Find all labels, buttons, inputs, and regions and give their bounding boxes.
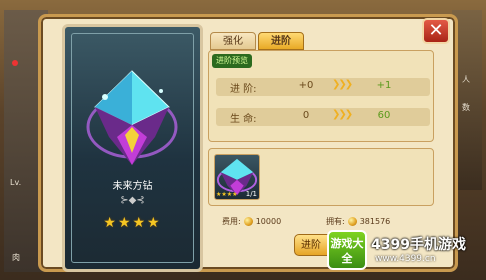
owned-display: 拥有: 381576 — [326, 216, 390, 227]
watermark: 游戏大全 4399手机游戏 www.4399.cn — [327, 230, 477, 270]
hud-label: 肉 — [12, 253, 20, 262]
right-hud-label: 人 — [462, 75, 470, 84]
cost-label: 费用: — [222, 217, 241, 226]
cost-value: 10000 — [255, 217, 282, 226]
stat-label: 生 命: — [230, 114, 257, 125]
arrow-icon: ❯❯❯ — [332, 109, 353, 120]
tab-enhance[interactable]: 强化 — [210, 32, 256, 50]
tab-advance[interactable]: 进阶 — [258, 32, 304, 50]
crystal-icon — [86, 70, 178, 165]
coin-icon — [347, 217, 357, 226]
close-icon: ✕ — [428, 20, 444, 41]
cost-display: 费用: 10000 — [222, 216, 281, 227]
stat-next: 60 — [377, 110, 391, 121]
stat-label: 进 阶: — [230, 84, 257, 95]
card-stars: ★★★★ — [103, 215, 162, 231]
stat-row-advance: 进 阶: +0 ❯❯❯ +1 — [216, 78, 430, 96]
stat-current: 0 — [302, 110, 310, 121]
stat-row-hp: 生 命: 0 ❯❯❯ 60 — [216, 108, 430, 126]
watermark-logo: 游戏大全 — [327, 230, 367, 270]
level-label: Lv. — [10, 178, 22, 187]
stat-current: +0 — [298, 80, 314, 91]
right-hud-label-2: 数 — [462, 103, 470, 112]
card-ornament: ⊱◆⊰ — [120, 195, 145, 206]
watermark-title: 4399手机游戏 — [371, 237, 466, 253]
close-button[interactable]: ✕ — [422, 18, 450, 44]
watermark-url: www.4399.cn — [375, 254, 436, 264]
owned-label: 拥有: — [326, 217, 345, 226]
owned-value: 381576 — [359, 217, 391, 226]
material-stars: ★★★★ — [216, 191, 238, 198]
item-card: 未来方钻 ⊱◆⊰ ★★★★ — [62, 24, 203, 272]
arrow-icon: ❯❯❯ — [332, 79, 353, 90]
coin-icon — [243, 217, 253, 226]
card-name: 未来方钻 — [112, 181, 153, 192]
advance-preview-badge: 进阶预览 — [212, 54, 252, 68]
material-slot[interactable]: ★★★★ 1/1 — [214, 154, 260, 200]
material-count: 1/1 — [245, 190, 257, 198]
notification-dot — [12, 60, 18, 66]
stat-next: +1 — [376, 80, 392, 91]
